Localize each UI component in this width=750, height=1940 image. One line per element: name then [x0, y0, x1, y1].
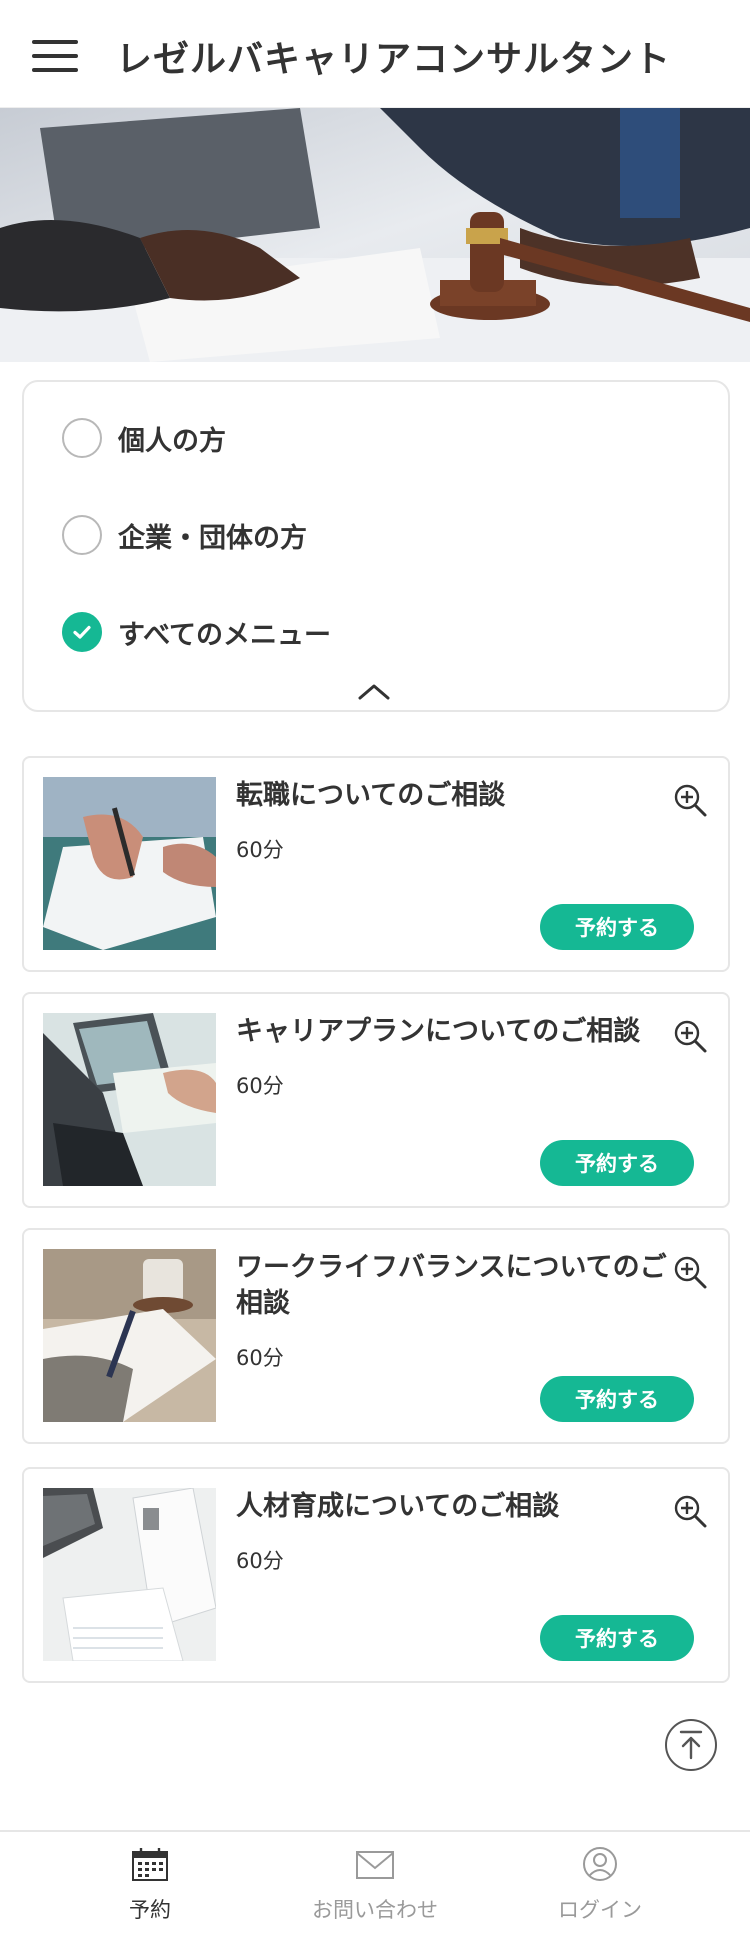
zoom-in-icon[interactable] — [672, 1018, 708, 1054]
menu-thumbnail — [43, 1249, 216, 1422]
filter-label: 個人の方 — [118, 425, 226, 457]
menu-title: 人材育成についてのご相談 — [236, 1491, 560, 1522]
menu-title: 転職についてのご相談 — [236, 780, 506, 811]
radio-unchecked-icon[interactable] — [62, 515, 102, 555]
radio-checked-icon[interactable] — [62, 612, 102, 652]
book-button[interactable]: 予約する — [540, 904, 694, 950]
app-header: レゼルバキャリアコンサルタント — [0, 0, 750, 108]
nav-label: ログイン — [558, 1898, 642, 1922]
menu-duration: 60分 — [236, 1346, 284, 1370]
filter-label: すべてのメニュー — [118, 619, 332, 651]
book-button[interactable]: 予約する — [540, 1376, 694, 1422]
menu-duration: 60分 — [236, 838, 284, 862]
calendar-icon — [131, 1846, 169, 1882]
hamburger-menu-icon[interactable] — [32, 38, 78, 74]
chevron-up-icon[interactable] — [354, 678, 394, 704]
zoom-in-icon[interactable] — [672, 1254, 708, 1290]
nav-label: 予約 — [129, 1898, 171, 1922]
radio-unchecked-icon[interactable] — [62, 418, 102, 458]
menu-card-hr-development: 人材育成についてのご相談 60分 予約する — [22, 1467, 730, 1683]
user-icon — [581, 1846, 619, 1882]
hero-image — [0, 108, 750, 362]
menu-card-work-life-balance: ワークライフバランスについてのご相談 60分 予約する — [22, 1228, 730, 1444]
nav-item-reservation[interactable]: 予約 — [25, 1832, 275, 1940]
menu-thumbnail — [43, 777, 216, 950]
bottom-navigation: 予約 お問い合わせ ログイン — [0, 1830, 750, 1940]
nav-item-login[interactable]: ログイン — [475, 1832, 725, 1940]
menu-card-career-change: 転職についてのご相談 60分 予約する — [22, 756, 730, 972]
filter-option-corporate[interactable]: 企業・団体の方 — [62, 510, 307, 560]
menu-card-career-plan: キャリアプランについてのご相談 60分 予約する — [22, 992, 730, 1208]
menu-duration: 60分 — [236, 1549, 284, 1573]
mail-icon — [356, 1846, 394, 1882]
app-title: レゼルバキャリアコンサルタント — [116, 39, 672, 80]
menu-title: ワークライフバランスについてのご相談 — [236, 1252, 667, 1319]
filter-option-all-menus[interactable]: すべてのメニュー — [62, 607, 331, 657]
menu-thumbnail — [43, 1013, 216, 1186]
scroll-to-top-icon[interactable] — [664, 1718, 718, 1772]
nav-item-contact[interactable]: お問い合わせ — [250, 1832, 500, 1940]
menu-thumbnail — [43, 1488, 216, 1661]
book-button[interactable]: 予約する — [540, 1140, 694, 1186]
filter-label: 企業・団体の方 — [118, 522, 307, 554]
filter-option-individual[interactable]: 個人の方 — [62, 413, 226, 463]
nav-label: お問い合わせ — [312, 1898, 438, 1922]
menu-title: キャリアプランについてのご相談 — [236, 1016, 641, 1047]
book-button[interactable]: 予約する — [540, 1615, 694, 1661]
filter-panel: 個人の方 企業・団体の方 すべてのメニュー — [22, 380, 730, 712]
menu-duration: 60分 — [236, 1074, 284, 1098]
zoom-in-icon[interactable] — [672, 782, 708, 818]
zoom-in-icon[interactable] — [672, 1493, 708, 1529]
